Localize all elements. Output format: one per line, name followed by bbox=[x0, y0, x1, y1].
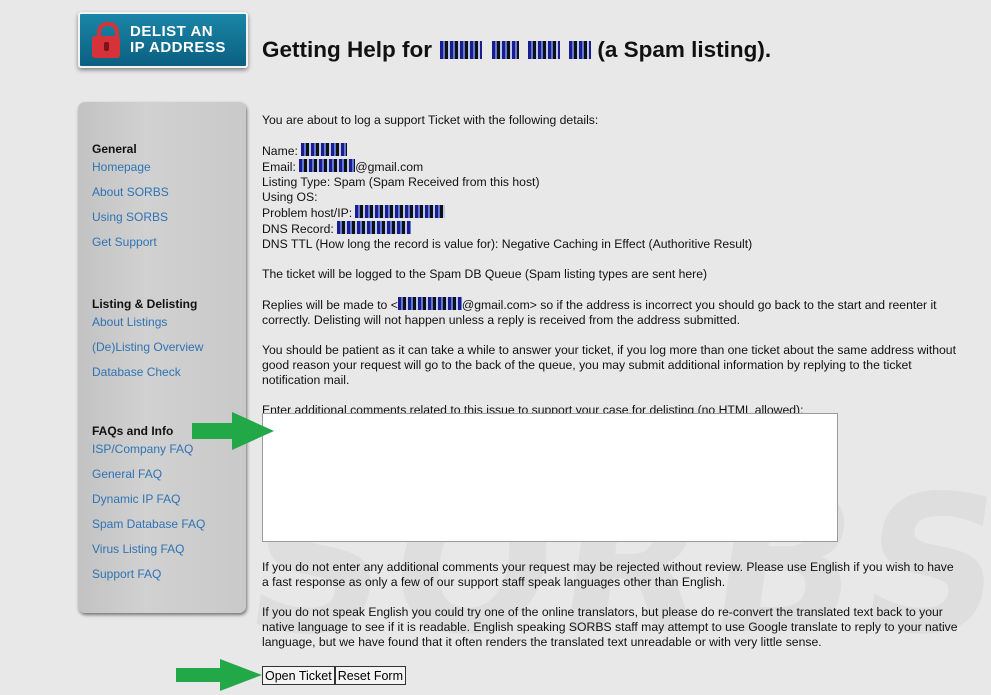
redacted-hostname bbox=[440, 41, 483, 59]
green-arrow-icon bbox=[192, 412, 274, 450]
sidebar-link-about-sorbs[interactable]: About SORBS bbox=[92, 185, 169, 199]
sidebar-heading: General bbox=[92, 142, 137, 156]
email-row: Email: @gmail.com bbox=[262, 159, 424, 174]
sidebar-section-listing: Listing & Delisting About Listings (De)L… bbox=[92, 297, 203, 379]
redacted-dns bbox=[337, 221, 412, 234]
sidebar-section-faqs: FAQs and Info ISP/Company FAQ General FA… bbox=[92, 424, 205, 581]
sidebar-link-isp-faq[interactable]: ISP/Company FAQ bbox=[92, 442, 205, 456]
sidebar-link-about-listings[interactable]: About Listings bbox=[92, 315, 203, 329]
intro-text: You are about to log a support Ticket wi… bbox=[262, 113, 599, 127]
sidebar-section-general: General Homepage About SORBS Using SORBS… bbox=[92, 142, 169, 249]
sidebar: General Homepage About SORBS Using SORBS… bbox=[78, 102, 246, 613]
queue-text: The ticket will be logged to the Spam DB… bbox=[262, 267, 708, 281]
sidebar-link-virus-faq[interactable]: Virus Listing FAQ bbox=[92, 542, 205, 556]
sidebar-link-get-support[interactable]: Get Support bbox=[92, 235, 169, 249]
sidebar-link-database-check[interactable]: Database Check bbox=[92, 365, 203, 379]
title-suffix: (a Spam listing). bbox=[597, 37, 772, 62]
name-row: Name: bbox=[262, 143, 962, 159]
page-title: Getting Help for (a Spam listing). bbox=[262, 37, 771, 63]
translator-text: If you do not speak English you could tr… bbox=[262, 605, 958, 649]
title-prefix: Getting Help for bbox=[262, 37, 432, 62]
delist-logo-button[interactable]: DELIST AN IP ADDRESS bbox=[78, 12, 248, 68]
sidebar-link-using-sorbs[interactable]: Using SORBS bbox=[92, 210, 169, 224]
redacted-name bbox=[301, 143, 348, 156]
reset-form-button[interactable]: Reset Form bbox=[334, 666, 406, 685]
sidebar-link-delisting-overview[interactable]: (De)Listing Overview bbox=[92, 340, 203, 354]
form-buttons: Open Ticket Reset Form bbox=[262, 666, 406, 685]
replies-text: Replies will be made to < @gmail.com> so … bbox=[262, 297, 937, 327]
logo-text: DELIST AN IP ADDRESS bbox=[130, 24, 226, 56]
comments-textarea[interactable] bbox=[262, 413, 838, 542]
open-ticket-button[interactable]: Open Ticket bbox=[262, 666, 335, 685]
using-os-row: Using OS: bbox=[262, 190, 318, 204]
sidebar-heading: Listing & Delisting bbox=[92, 297, 198, 311]
dns-record-row: DNS Record: bbox=[262, 221, 962, 237]
ticket-notes: If you do not enter any additional comme… bbox=[262, 560, 962, 665]
patience-text: You should be patient as it can take a w… bbox=[262, 343, 956, 387]
sidebar-link-homepage[interactable]: Homepage bbox=[92, 160, 169, 174]
listing-type-row: Listing Type: Spam (Spam Received from t… bbox=[262, 175, 540, 189]
ticket-details: You are about to log a support Ticket wi… bbox=[262, 113, 962, 433]
redacted-ip bbox=[355, 205, 446, 218]
sidebar-link-dynamic-ip-faq[interactable]: Dynamic IP FAQ bbox=[92, 492, 205, 506]
english-warning-text: If you do not enter any additional comme… bbox=[262, 560, 954, 589]
redacted-hostname bbox=[569, 41, 592, 59]
sidebar-link-general-faq[interactable]: General FAQ bbox=[92, 467, 205, 481]
lock-icon bbox=[92, 22, 120, 58]
redacted-hostname bbox=[491, 41, 519, 59]
redacted-email bbox=[397, 297, 462, 310]
sidebar-heading: FAQs and Info bbox=[92, 424, 174, 438]
sidebar-link-support-faq[interactable]: Support FAQ bbox=[92, 567, 205, 581]
logo-line-1: DELIST AN bbox=[130, 23, 214, 40]
redacted-hostname bbox=[527, 41, 560, 59]
sidebar-link-spam-db-faq[interactable]: Spam Database FAQ bbox=[92, 517, 205, 531]
redacted-email bbox=[299, 159, 356, 172]
logo-line-2: IP ADDRESS bbox=[130, 39, 226, 56]
dns-ttl-row: DNS TTL (How long the record is value fo… bbox=[262, 237, 753, 251]
problem-host-row: Problem host/IP: bbox=[262, 205, 962, 221]
green-arrow-icon bbox=[176, 659, 262, 691]
